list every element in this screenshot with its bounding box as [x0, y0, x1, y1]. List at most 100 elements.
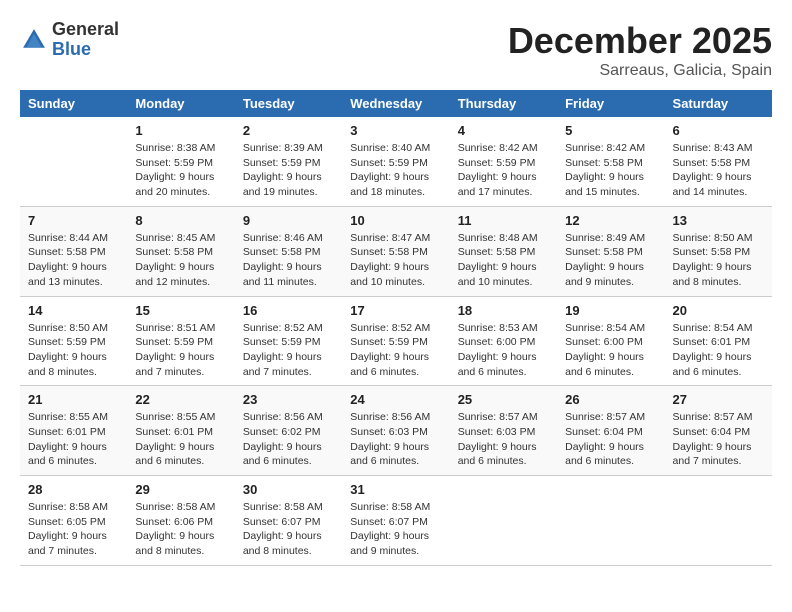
day-info: Sunrise: 8:47 AMSunset: 5:58 PMDaylight:… — [350, 231, 441, 290]
calendar-table: SundayMondayTuesdayWednesdayThursdayFrid… — [20, 90, 772, 566]
day-info: Sunrise: 8:42 AMSunset: 5:58 PMDaylight:… — [565, 141, 656, 200]
calendar-cell: 21 Sunrise: 8:55 AMSunset: 6:01 PMDayligh… — [20, 386, 127, 476]
calendar-cell: 5 Sunrise: 8:42 AMSunset: 5:58 PMDaylight… — [557, 117, 664, 206]
calendar-cell: 29Sunrise: 8:58 AMSunset: 6:06 PMDayligh… — [127, 476, 234, 566]
day-number: 23 — [243, 392, 334, 407]
header-row: SundayMondayTuesdayWednesdayThursdayFrid… — [20, 90, 772, 117]
logo-icon — [20, 26, 48, 54]
day-number: 17 — [350, 303, 441, 318]
day-info: Sunrise: 8:54 AMSunset: 6:00 PMDaylight:… — [565, 321, 656, 380]
calendar-cell — [450, 476, 557, 566]
day-info: Sunrise: 8:55 AMSunset: 6:01 PMDaylight:… — [28, 410, 119, 469]
col-header-sunday: Sunday — [20, 90, 127, 117]
day-info: Sunrise: 8:43 AMSunset: 5:58 PMDaylight:… — [673, 141, 764, 200]
day-info: Sunrise: 8:58 AMSunset: 6:06 PMDaylight:… — [135, 500, 226, 559]
day-info: Sunrise: 8:57 AMSunset: 6:04 PMDaylight:… — [565, 410, 656, 469]
day-info: Sunrise: 8:49 AMSunset: 5:58 PMDaylight:… — [565, 231, 656, 290]
week-row-0: 1 Sunrise: 8:38 AMSunset: 5:59 PMDaylight… — [20, 117, 772, 206]
day-number: 2 — [243, 123, 334, 138]
day-number: 15 — [135, 303, 226, 318]
day-info: Sunrise: 8:57 AMSunset: 6:04 PMDaylight:… — [673, 410, 764, 469]
day-info: Sunrise: 8:45 AMSunset: 5:58 PMDaylight:… — [135, 231, 226, 290]
logo-blue-text: Blue — [52, 39, 91, 59]
month-title: December 2025 — [508, 20, 772, 62]
day-info: Sunrise: 8:56 AMSunset: 6:03 PMDaylight:… — [350, 410, 441, 469]
day-number: 30 — [243, 482, 334, 497]
day-info: Sunrise: 8:38 AMSunset: 5:59 PMDaylight:… — [135, 141, 226, 200]
calendar-cell: 3Sunrise: 8:40 AMSunset: 5:59 PMDaylight… — [342, 117, 449, 206]
col-header-wednesday: Wednesday — [342, 90, 449, 117]
calendar-cell: 2 Sunrise: 8:39 AMSunset: 5:59 PMDaylight… — [235, 117, 342, 206]
calendar-cell: 15 Sunrise: 8:51 AMSunset: 5:59 PMDayligh… — [127, 296, 234, 386]
day-info: Sunrise: 8:48 AMSunset: 5:58 PMDaylight:… — [458, 231, 549, 290]
page-header: General Blue December 2025 Sarreaus, Gal… — [20, 20, 772, 80]
calendar-cell: 27 Sunrise: 8:57 AMSunset: 6:04 PMDayligh… — [665, 386, 772, 476]
calendar-header: SundayMondayTuesdayWednesdayThursdayFrid… — [20, 90, 772, 117]
calendar-cell: 23 Sunrise: 8:56 AMSunset: 6:02 PMDayligh… — [235, 386, 342, 476]
day-number: 8 — [135, 213, 226, 228]
calendar-cell: 6Sunrise: 8:43 AMSunset: 5:58 PMDaylight… — [665, 117, 772, 206]
week-row-2: 14Sunrise: 8:50 AMSunset: 5:59 PMDayligh… — [20, 296, 772, 386]
day-info: Sunrise: 8:58 AMSunset: 6:07 PMDaylight:… — [350, 500, 441, 559]
day-number: 14 — [28, 303, 119, 318]
day-number: 27 — [673, 392, 764, 407]
day-number: 13 — [673, 213, 764, 228]
day-info: Sunrise: 8:50 AMSunset: 5:58 PMDaylight:… — [673, 231, 764, 290]
logo: General Blue — [20, 20, 119, 60]
day-number: 25 — [458, 392, 549, 407]
logo-general-text: General — [52, 19, 119, 39]
day-info: Sunrise: 8:40 AMSunset: 5:59 PMDaylight:… — [350, 141, 441, 200]
day-info: Sunrise: 8:54 AMSunset: 6:01 PMDaylight:… — [673, 321, 764, 380]
day-number: 20 — [673, 303, 764, 318]
col-header-saturday: Saturday — [665, 90, 772, 117]
calendar-cell: 28 Sunrise: 8:58 AMSunset: 6:05 PMDayligh… — [20, 476, 127, 566]
day-number: 1 — [135, 123, 226, 138]
calendar-body: 1 Sunrise: 8:38 AMSunset: 5:59 PMDaylight… — [20, 117, 772, 565]
calendar-cell: 9Sunrise: 8:46 AMSunset: 5:58 PMDaylight… — [235, 206, 342, 296]
day-number: 12 — [565, 213, 656, 228]
col-header-tuesday: Tuesday — [235, 90, 342, 117]
col-header-monday: Monday — [127, 90, 234, 117]
day-info: Sunrise: 8:58 AMSunset: 6:07 PMDaylight:… — [243, 500, 334, 559]
day-info: Sunrise: 8:52 AMSunset: 5:59 PMDaylight:… — [243, 321, 334, 380]
calendar-cell: 25Sunrise: 8:57 AMSunset: 6:03 PMDayligh… — [450, 386, 557, 476]
calendar-cell — [20, 117, 127, 206]
calendar-cell: 8 Sunrise: 8:45 AMSunset: 5:58 PMDaylight… — [127, 206, 234, 296]
day-info: Sunrise: 8:53 AMSunset: 6:00 PMDaylight:… — [458, 321, 549, 380]
calendar-cell: 16Sunrise: 8:52 AMSunset: 5:59 PMDayligh… — [235, 296, 342, 386]
title-block: December 2025 Sarreaus, Galicia, Spain — [508, 20, 772, 80]
calendar-cell: 19 Sunrise: 8:54 AMSunset: 6:00 PMDayligh… — [557, 296, 664, 386]
day-number: 26 — [565, 392, 656, 407]
calendar-cell: 20 Sunrise: 8:54 AMSunset: 6:01 PMDayligh… — [665, 296, 772, 386]
calendar-cell: 24Sunrise: 8:56 AMSunset: 6:03 PMDayligh… — [342, 386, 449, 476]
calendar-cell — [665, 476, 772, 566]
day-number: 7 — [28, 213, 119, 228]
day-number: 11 — [458, 213, 549, 228]
day-number: 9 — [243, 213, 334, 228]
day-info: Sunrise: 8:56 AMSunset: 6:02 PMDaylight:… — [243, 410, 334, 469]
calendar-cell: 31 Sunrise: 8:58 AMSunset: 6:07 PMDayligh… — [342, 476, 449, 566]
day-info: Sunrise: 8:44 AMSunset: 5:58 PMDaylight:… — [28, 231, 119, 290]
day-number: 5 — [565, 123, 656, 138]
day-number: 21 — [28, 392, 119, 407]
week-row-3: 21 Sunrise: 8:55 AMSunset: 6:01 PMDayligh… — [20, 386, 772, 476]
calendar-cell: 7 Sunrise: 8:44 AMSunset: 5:58 PMDaylight… — [20, 206, 127, 296]
calendar-cell: 17Sunrise: 8:52 AMSunset: 5:59 PMDayligh… — [342, 296, 449, 386]
day-info: Sunrise: 8:58 AMSunset: 6:05 PMDaylight:… — [28, 500, 119, 559]
day-info: Sunrise: 8:51 AMSunset: 5:59 PMDaylight:… — [135, 321, 226, 380]
day-number: 19 — [565, 303, 656, 318]
col-header-friday: Friday — [557, 90, 664, 117]
calendar-cell: 26 Sunrise: 8:57 AMSunset: 6:04 PMDayligh… — [557, 386, 664, 476]
calendar-cell: 22Sunrise: 8:55 AMSunset: 6:01 PMDayligh… — [127, 386, 234, 476]
day-number: 4 — [458, 123, 549, 138]
location-text: Sarreaus, Galicia, Spain — [508, 62, 772, 80]
calendar-cell: 4 Sunrise: 8:42 AMSunset: 5:59 PMDaylight… — [450, 117, 557, 206]
calendar-cell: 14Sunrise: 8:50 AMSunset: 5:59 PMDayligh… — [20, 296, 127, 386]
day-number: 28 — [28, 482, 119, 497]
day-info: Sunrise: 8:39 AMSunset: 5:59 PMDaylight:… — [243, 141, 334, 200]
day-info: Sunrise: 8:42 AMSunset: 5:59 PMDaylight:… — [458, 141, 549, 200]
calendar-cell: 13 Sunrise: 8:50 AMSunset: 5:58 PMDayligh… — [665, 206, 772, 296]
calendar-cell: 30 Sunrise: 8:58 AMSunset: 6:07 PMDayligh… — [235, 476, 342, 566]
day-number: 31 — [350, 482, 441, 497]
calendar-cell: 18Sunrise: 8:53 AMSunset: 6:00 PMDayligh… — [450, 296, 557, 386]
